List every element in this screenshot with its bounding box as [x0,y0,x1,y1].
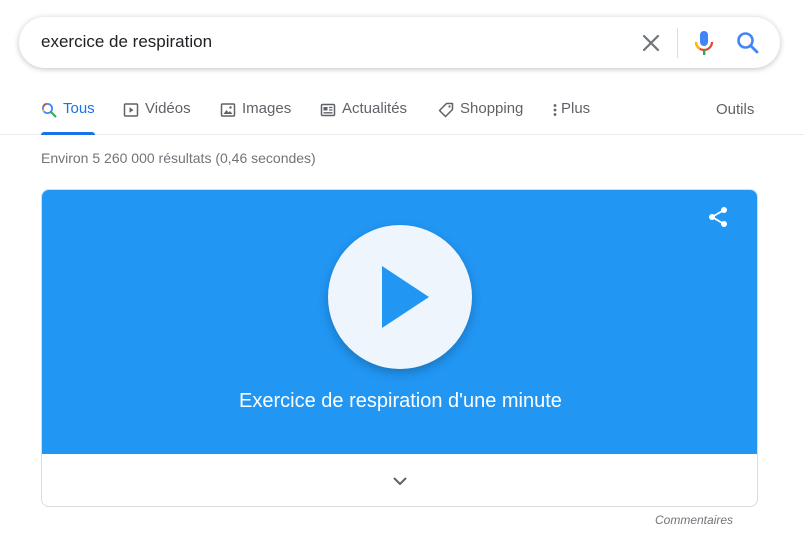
news-icon [320,103,336,117]
search-icon [42,102,57,118]
tab-label: Plus [561,100,591,117]
tab-label: Shopping [460,100,524,117]
tab-label: Vidéos [145,100,191,117]
search-bar [19,17,780,68]
more-vertical-icon [553,104,557,116]
play-icon [382,266,429,328]
tab-more[interactable]: Plus [552,100,590,135]
tab-label: Tous [63,100,95,117]
tools-button[interactable]: Outils [716,101,754,118]
tab-label: Images [242,100,292,117]
video-icon [123,103,139,117]
tab-all[interactable]: Tous [41,100,95,135]
video-hero[interactable]: Exercice de respiration d'une minute [42,190,757,454]
microphone-icon [694,31,714,55]
video-title: Exercice de respiration d'une minute [239,390,562,412]
search-icon [737,32,759,54]
tab-videos[interactable]: Vidéos [123,100,191,135]
share-button[interactable] [706,205,730,229]
chevron-down-icon [393,477,407,485]
search-submit-button[interactable] [734,29,762,57]
feedback-link[interactable]: Commentaires [655,513,733,527]
video-card: Exercice de respiration d'une minute [41,189,758,507]
play-button[interactable] [328,225,472,369]
clear-search-button[interactable] [639,31,663,55]
result-stats: Environ 5 260 000 résultats (0,46 second… [41,150,316,166]
tab-news[interactable]: Actualités [320,100,407,135]
image-icon [220,103,236,117]
search-tabs: Tous Vidéos Images Actualités Shopping P… [0,88,804,135]
tab-shopping[interactable]: Shopping [438,100,523,135]
voice-search-button[interactable] [691,29,717,57]
close-icon [642,34,660,52]
expand-card-button[interactable] [42,454,757,506]
search-divider [677,28,678,58]
search-input[interactable] [41,30,621,54]
share-icon [709,207,727,227]
tag-icon [438,102,454,118]
tab-images[interactable]: Images [220,100,291,135]
tab-label: Actualités [342,100,408,117]
